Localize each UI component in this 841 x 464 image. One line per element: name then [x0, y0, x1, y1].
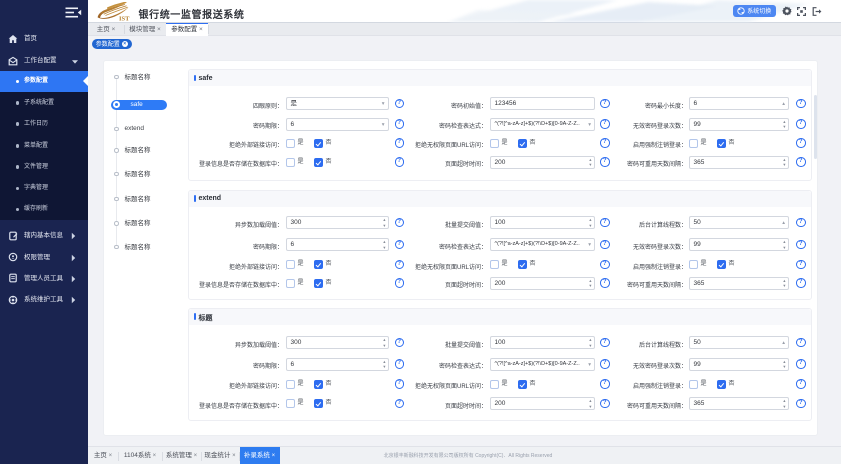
svg-text:IST: IST — [119, 15, 130, 22]
